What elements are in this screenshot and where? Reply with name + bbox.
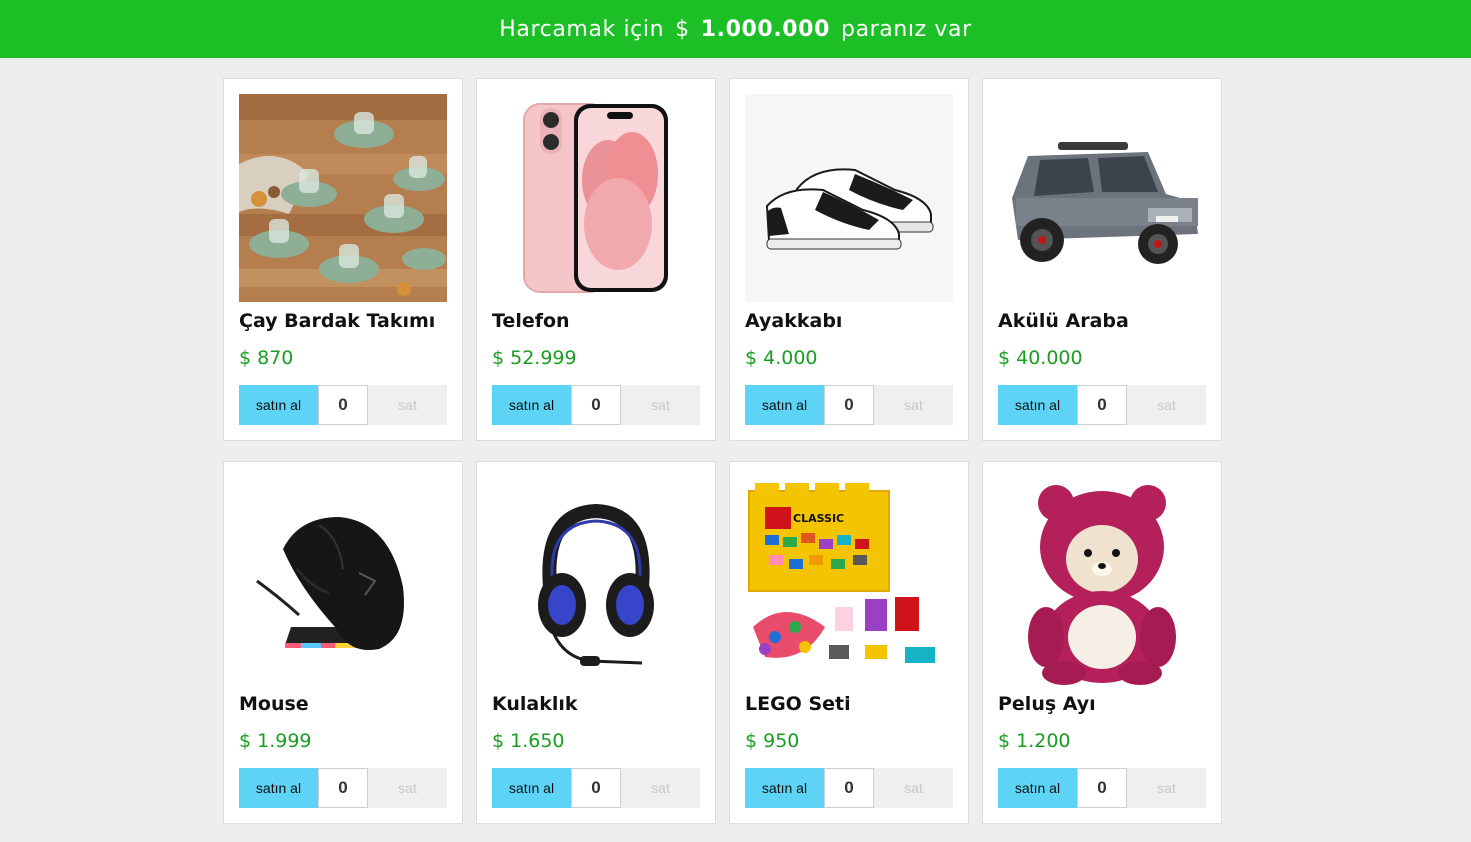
product-image-lego-set: CLASSIC <box>745 477 953 685</box>
product-price: $ 4.000 <box>745 347 818 369</box>
product-name: Kulaklık <box>492 693 578 715</box>
product-name: Çay Bardak Takımı <box>239 310 436 332</box>
product-card-lego-set: CLASSIC LEGO Seti $ 950 satın al 0 sat <box>729 461 969 824</box>
product-controls: satın al sat <box>745 385 953 425</box>
buy-button[interactable]: satın al <box>239 385 318 425</box>
product-card-tea-glass-set: Çay Bardak Takımı $ 870 satın al sat <box>223 78 463 441</box>
budget-amount: 1.000.000 <box>700 16 831 42</box>
quantity-input[interactable] <box>571 768 621 808</box>
sell-button[interactable]: sat <box>621 768 700 808</box>
sell-button[interactable]: sat <box>874 768 953 808</box>
product-card-headphones: Kulaklık $ 1.650 satın al sat <box>476 461 716 824</box>
product-image-headphones <box>492 477 700 685</box>
quantity-input[interactable] <box>824 385 874 425</box>
product-price: $ 1.650 <box>492 730 565 752</box>
product-card-shoes: Ayakkabı $ 4.000 satın al sat <box>729 78 969 441</box>
product-controls: satın al sat <box>492 768 700 808</box>
quantity-input[interactable] <box>824 768 874 808</box>
sell-button[interactable]: sat <box>1127 768 1206 808</box>
quantity-input[interactable] <box>318 768 368 808</box>
product-image-shoes <box>745 94 953 302</box>
product-price: $ 52.999 <box>492 347 577 369</box>
quantity-input[interactable] <box>1077 768 1127 808</box>
quantity-input[interactable] <box>318 385 368 425</box>
buy-button[interactable]: satın al <box>492 768 571 808</box>
buy-button[interactable]: satın al <box>492 385 571 425</box>
lego-box-label: CLASSIC <box>793 512 844 525</box>
buy-button[interactable]: satın al <box>998 385 1077 425</box>
product-price: $ 1.999 <box>239 730 312 752</box>
budget-currency: $ <box>675 16 690 42</box>
product-controls: satın al sat <box>492 385 700 425</box>
product-price: $ 40.000 <box>998 347 1083 369</box>
sell-button[interactable]: sat <box>621 385 700 425</box>
product-price: $ 1.200 <box>998 730 1071 752</box>
budget-suffix: paranız var <box>841 16 972 42</box>
product-image-teddy-bear <box>998 477 1206 685</box>
product-name: Telefon <box>492 310 570 332</box>
product-name: Ayakkabı <box>745 310 843 332</box>
buy-button[interactable]: satın al <box>745 385 824 425</box>
product-controls: satın al sat <box>239 768 447 808</box>
buy-button[interactable]: satın al <box>239 768 318 808</box>
sell-button[interactable]: sat <box>368 768 447 808</box>
product-image-tea-glass-set <box>239 94 447 302</box>
product-name: Peluş Ayı <box>998 693 1096 715</box>
product-image-mouse <box>239 477 447 685</box>
product-card-teddy-bear: Peluş Ayı $ 1.200 satın al sat <box>982 461 1222 824</box>
buy-button[interactable]: satın al <box>998 768 1077 808</box>
product-name: Mouse <box>239 693 309 715</box>
product-price: $ 870 <box>239 347 294 369</box>
sell-button[interactable]: sat <box>874 385 953 425</box>
product-name: LEGO Seti <box>745 693 851 715</box>
product-controls: satın al sat <box>998 385 1206 425</box>
product-image-phone <box>492 94 700 302</box>
buy-button[interactable]: satın al <box>745 768 824 808</box>
product-controls: satın al sat <box>745 768 953 808</box>
quantity-input[interactable] <box>571 385 621 425</box>
product-name: Akülü Araba <box>998 310 1129 332</box>
product-card-phone: Telefon $ 52.999 satın al sat <box>476 78 716 441</box>
product-image-ride-on-car <box>998 94 1206 302</box>
sell-button[interactable]: sat <box>1127 385 1206 425</box>
product-controls: satın al sat <box>998 768 1206 808</box>
product-controls: satın al sat <box>239 385 447 425</box>
budget-banner: Harcamak için $ 1.000.000 paranız var <box>0 0 1471 58</box>
product-price: $ 950 <box>745 730 800 752</box>
budget-prefix: Harcamak için <box>499 16 665 42</box>
product-card-ride-on-car: Akülü Araba $ 40.000 satın al sat <box>982 78 1222 441</box>
quantity-input[interactable] <box>1077 385 1127 425</box>
sell-button[interactable]: sat <box>368 385 447 425</box>
product-card-mouse: Mouse $ 1.999 satın al sat <box>223 461 463 824</box>
